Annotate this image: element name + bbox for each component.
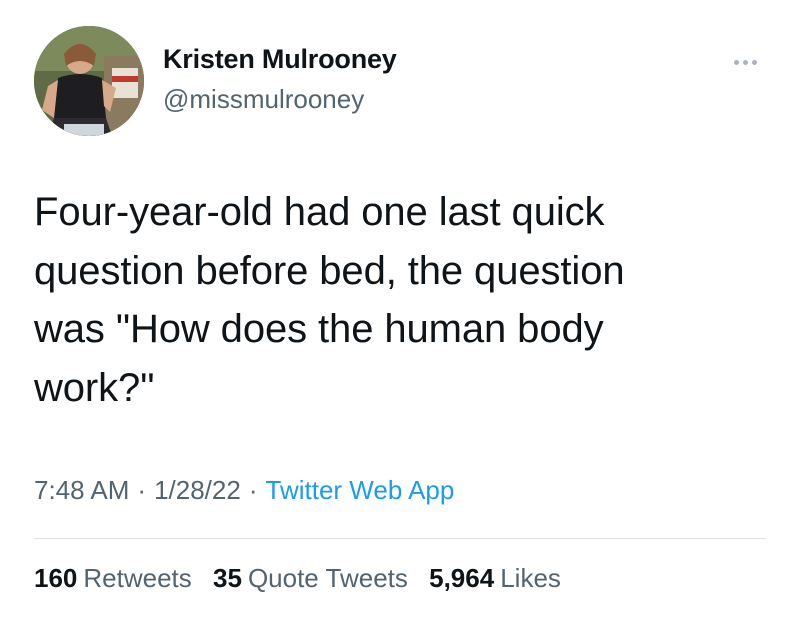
retweets-count: 160 [34,563,78,593]
retweets-stat[interactable]: 160 Retweets [34,563,192,593]
user-handle[interactable]: @missmulrooney [163,84,364,115]
avatar[interactable] [34,26,144,136]
quote-tweets-stat[interactable]: 35 Quote Tweets [213,563,408,593]
divider [34,538,766,539]
tweet-text: Four-year-old had one last quick questio… [34,190,625,410]
quote-tweets-label: Quote Tweets [247,563,408,593]
avatar-photo [34,26,144,136]
more-horizontal-icon [742,59,748,65]
tweet-meta: 7:48 AM · 1/28/22 · Twitter Web App [34,475,454,506]
more-options-button[interactable] [722,52,768,72]
likes-label: Likes [500,563,561,593]
user-display-name[interactable]: Kristen Mulrooney [163,44,397,75]
tweet-source-link[interactable]: Twitter Web App [266,475,455,505]
likes-count: 5,964 [429,563,495,593]
tweet-time[interactable]: 7:48 AM [34,475,129,505]
quote-tweets-count: 35 [213,563,242,593]
more-horizontal-icon [751,59,757,65]
likes-stat[interactable]: 5,964 Likes [429,563,561,593]
meta-separator: · [248,475,258,505]
retweets-label: Retweets [83,563,192,593]
tweet-card: Kristen Mulrooney @missmulrooney Four-ye… [0,0,800,621]
tweet-date[interactable]: 1/28/22 [154,475,241,505]
more-horizontal-icon [733,59,739,65]
tweet-stats: 160 Retweets 35 Quote Tweets 5,964 Likes [34,563,575,594]
meta-separator: · [137,475,147,505]
